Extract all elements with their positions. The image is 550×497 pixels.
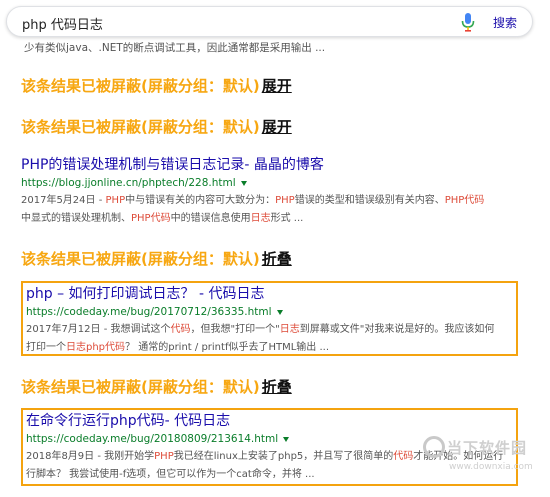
search-result: php – 如何打印调试日志？ - 代码日志 https://codeday.m… — [21, 281, 518, 356]
microphone-icon[interactable] — [461, 13, 475, 32]
snippet-text: 中与错误有关的内容可大致分为： — [125, 195, 276, 206]
result-description-line: 中显式的错误处理机制、PHP代码中的错误信息使用日志形式 ... — [21, 210, 518, 228]
collapse-link[interactable]: 折叠 — [262, 378, 292, 396]
watermark-brand: 当下软件园 — [447, 439, 528, 457]
snippet-text: 2017年5月24日 - — [21, 195, 106, 206]
search-bar[interactable]: php 代码日志 搜索 — [6, 6, 533, 37]
keyword-highlight: PHP代码 — [131, 213, 171, 224]
blocked-result-text: 该条结果已被屏蔽(屏蔽分组：默认) — [21, 250, 260, 268]
blocked-result-notice: 该条结果已被屏蔽(屏蔽分组：默认) 折叠 — [21, 376, 292, 397]
watermark-logo: 当下软件园 www.downxia.com — [423, 436, 547, 492]
keyword-highlight: PHP — [105, 195, 126, 206]
result-url-text[interactable]: https://blog.jjonline.cn/phptech/228.htm… — [21, 177, 236, 189]
search-input[interactable]: php 代码日志 — [22, 14, 103, 33]
keyword-highlight: 代码 — [393, 451, 414, 462]
keyword-highlight: 代码 — [170, 324, 191, 335]
snippet-text: 错误的类型和错误级别有关内容、 — [294, 195, 445, 206]
previous-result-snippet: 少有类似java、.NET的断点调试工具，因此通常都是采用输出 ... — [24, 42, 326, 54]
collapse-link[interactable]: 折叠 — [262, 250, 292, 268]
result-url[interactable]: https://codeday.me/bug/20170712/36335.ht… — [26, 304, 516, 321]
keyword-highlight: 日志 — [250, 213, 271, 224]
blocked-result-text: 该条结果已被屏蔽(屏蔽分组：默认) — [21, 118, 260, 136]
result-url-text[interactable]: https://codeday.me/bug/20180809/213614.h… — [26, 433, 278, 445]
blocked-result-text: 该条结果已被屏蔽(屏蔽分组：默认) — [21, 378, 260, 396]
result-title-link[interactable]: PHP的错误处理机制与错误日志记录- 晶晶的博客 — [21, 156, 518, 175]
snippet-text: 中的错误信息使用 — [170, 213, 251, 224]
snippet-text: 形式 ... — [270, 213, 304, 224]
keyword-highlight: PHP代码 — [444, 195, 485, 206]
watermark-url: www.downxia.com — [449, 462, 533, 472]
search-button[interactable]: 搜索 — [493, 14, 517, 31]
keyword-highlight: 日志php代码 — [66, 342, 126, 353]
result-title-link[interactable]: 在命令行运行php代码- 代码日志 — [26, 412, 516, 431]
result-url-text[interactable]: https://codeday.me/bug/20170712/36335.ht… — [26, 306, 272, 318]
blocked-result-notice: 该条结果已被屏蔽(屏蔽分组：默认) 展开 — [21, 75, 292, 96]
blocked-result-text: 该条结果已被屏蔽(屏蔽分组：默认) — [21, 77, 260, 95]
expand-link[interactable]: 展开 — [262, 118, 292, 136]
result-url[interactable]: https://blog.jjonline.cn/phptech/228.htm… — [21, 175, 518, 192]
result-title-link[interactable]: php – 如何打印调试日志？ - 代码日志 — [26, 285, 516, 304]
snippet-text: ？ 通常的print / printf似乎去了HTML输出 ... — [125, 342, 330, 353]
watermark-icon — [423, 436, 445, 458]
dropdown-arrow-icon[interactable] — [283, 436, 290, 442]
snippet-text: 中显式的错误处理机制、 — [21, 213, 131, 224]
keyword-highlight: PHP — [154, 451, 174, 462]
result-description-line: 2017年7月12日 - 我想调试这个代码，但我想"打印一个"日志到屏幕或文件"… — [26, 321, 516, 339]
snippet-text: 2018年8月9日 - 我刚开始学 — [26, 451, 155, 462]
keyword-highlight: 日志 — [279, 324, 300, 335]
blocked-result-notice: 该条结果已被屏蔽(屏蔽分组：默认) 折叠 — [21, 248, 292, 269]
result-description-line: 2017年5月24日 - PHP中与错误有关的内容可大致分为：PHP错误的类型和… — [21, 192, 518, 210]
snippet-text: 2017年7月12日 - 我想调试这个 — [26, 324, 171, 335]
snippet-text: 行脚本？ 我尝试使用-f选项，但它可以作为一个cat命令，并将 ... — [26, 469, 315, 480]
snippet-text: 我已经在linux上安装了php5，并且写了很简单的 — [173, 451, 394, 462]
keyword-highlight: PHP — [275, 195, 295, 206]
snippet-text: ，但我想"打印一个" — [190, 324, 280, 335]
snippet-text: 打印一个 — [26, 342, 66, 353]
expand-link[interactable]: 展开 — [262, 77, 292, 95]
result-description-line: 打印一个日志php代码？ 通常的print / printf似乎去了HTML输出… — [26, 339, 516, 357]
blocked-result-notice: 该条结果已被屏蔽(屏蔽分组：默认) 展开 — [21, 116, 292, 137]
snippet-text: 到屏幕或文件"对我来说是好的。我应该如何 — [299, 324, 495, 335]
dropdown-arrow-icon[interactable] — [240, 180, 247, 186]
search-result: PHP的错误处理机制与错误日志记录- 晶晶的博客 https://blog.jj… — [21, 156, 518, 228]
dropdown-arrow-icon[interactable] — [276, 309, 283, 315]
